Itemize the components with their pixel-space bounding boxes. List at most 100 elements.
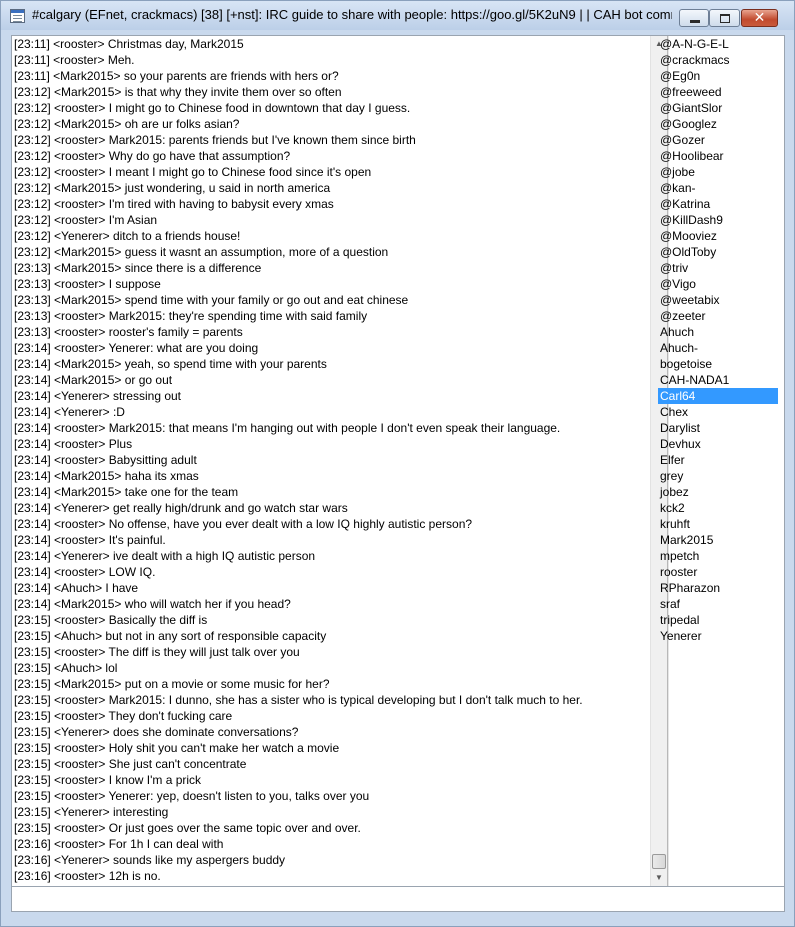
chat-line: [23:11] <rooster> Christmas day, Mark201… [14, 37, 244, 51]
chat-line: [23:14] <Yenerer> stressing out [14, 389, 182, 403]
chat-line: [23:14] <rooster> No offense, have you e… [14, 517, 473, 531]
chat-line: [23:16] <Yenerer> sounds like my asperge… [14, 853, 286, 867]
chat-line: [23:14] <Mark2015> take one for the team [14, 485, 239, 499]
nick-item[interactable]: @Mooviez [658, 228, 778, 244]
chat-log[interactable]: [23:11] <rooster> Christmas day, Mark201… [12, 36, 650, 886]
nick-item[interactable]: Elfer [658, 452, 778, 468]
chat-line: [23:15] <rooster> Holy shit you can't ma… [14, 741, 340, 755]
chat-line: [23:14] <rooster> It's painful. [14, 533, 166, 547]
nick-item[interactable]: @KillDash9 [658, 212, 778, 228]
nick-item[interactable]: @A-N-G-E-L [658, 36, 778, 52]
chat-line: [23:14] <Ahuch> I have [14, 581, 139, 595]
nick-item[interactable]: mpetch [658, 548, 778, 564]
chat-line: [23:14] <Mark2015> or go out [14, 373, 173, 387]
chat-line: [23:15] <rooster> I know I'm a prick [14, 773, 202, 787]
nick-item[interactable]: Ahuch- [658, 340, 778, 356]
nick-item[interactable]: RPharazon [658, 580, 778, 596]
chat-line: [23:14] <rooster> LOW IQ. [14, 565, 156, 579]
chat-line: [23:15] <rooster> She just can't concent… [14, 757, 247, 771]
nick-list[interactable]: @A-N-G-E-L @crackmacs @Eg0n @freeweed @Giant… [658, 36, 778, 886]
chat-line: [23:13] <Mark2015> since there is a diff… [14, 261, 262, 275]
chat-line: [23:15] <Ahuch> lol [14, 661, 118, 675]
chat-line: [23:14] <rooster> Mark2015: that means I… [14, 421, 561, 435]
chat-line: [23:15] <Ahuch> but not in any sort of r… [14, 629, 327, 643]
chat-line: [23:15] <Mark2015> put on a movie or som… [14, 677, 330, 691]
chat-line: [23:12] <Mark2015> oh are ur folks asian… [14, 117, 240, 131]
nick-item[interactable]: Darylist [658, 420, 778, 436]
nick-item[interactable]: @Googlez [658, 116, 778, 132]
minimize-button[interactable] [679, 9, 709, 27]
nick-item[interactable]: kruhft [658, 516, 778, 532]
title-bar[interactable]: #calgary (EFnet, crackmacs) [38] [+nst]:… [1, 1, 794, 30]
nick-item[interactable]: Carl64 [658, 388, 778, 404]
chat-line: [23:15] <rooster> Yenerer: yep, doesn't … [14, 789, 370, 803]
nick-item[interactable]: CAH-NADA1 [658, 372, 778, 388]
nick-item[interactable]: @kan- [658, 180, 778, 196]
nick-item[interactable]: kck2 [658, 500, 778, 516]
nick-item[interactable]: jobez [658, 484, 778, 500]
nick-item[interactable]: @Hoolibear [658, 148, 778, 164]
chat-line: [23:15] <rooster> The diff is they will … [14, 645, 300, 659]
chat-line: [23:15] <rooster> They don't fucking car… [14, 709, 233, 723]
nick-item[interactable]: @triv [658, 260, 778, 276]
chat-line: [23:11] <Mark2015> so your parents are f… [14, 69, 339, 83]
chat-line: [23:13] <rooster> rooster's family = par… [14, 325, 243, 339]
chat-line: [23:12] <Yenerer> ditch to a friends hou… [14, 229, 241, 243]
chat-line: [23:15] <Yenerer> does she dominate conv… [14, 725, 299, 739]
chat-line: [23:15] <rooster> Basically the diff is [14, 613, 208, 627]
chat-line: [23:14] <Yenerer> ive dealt with a high … [14, 549, 316, 563]
chat-line: [23:12] <rooster> I'm Asian [14, 213, 158, 227]
nick-item[interactable]: bogetoise [658, 356, 778, 372]
nick-item[interactable]: @GiantSlor [658, 100, 778, 116]
nick-item[interactable]: @Vigo [658, 276, 778, 292]
chat-line: [23:12] <rooster> I might go to Chinese … [14, 101, 411, 115]
nick-item[interactable]: @jobe [658, 164, 778, 180]
nick-item[interactable]: @crackmacs [658, 52, 778, 68]
chat-line: [23:12] <Mark2015> guess it wasnt an ass… [14, 245, 389, 259]
message-input-bar[interactable] [12, 886, 784, 911]
chat-line: [23:14] <Mark2015> yeah, so spend time w… [14, 357, 327, 371]
irc-channel-window: #calgary (EFnet, crackmacs) [38] [+nst]:… [0, 0, 795, 927]
chat-line: [23:14] <Yenerer> get really high/drunk … [14, 501, 348, 515]
chat-line: [23:14] <rooster> Babysitting adult [14, 453, 197, 467]
nick-item[interactable]: @OldToby [658, 244, 778, 260]
nick-item[interactable]: @freeweed [658, 84, 778, 100]
nick-item[interactable]: @Eg0n [658, 68, 778, 84]
chat-line: [23:13] <rooster> I suppose [14, 277, 161, 291]
window-title: #calgary (EFnet, crackmacs) [38] [+nst]:… [32, 7, 672, 22]
channel-client-area: [23:11] <rooster> Christmas day, Mark201… [11, 35, 785, 912]
close-button[interactable]: ✕ [741, 9, 778, 27]
minimize-icon [680, 10, 708, 26]
nick-item[interactable]: Chex [658, 404, 778, 420]
chat-line: [23:14] <rooster> Yenerer: what are you … [14, 341, 259, 355]
nick-item[interactable]: Yenerer [658, 628, 778, 644]
nick-item[interactable]: Ahuch [658, 324, 778, 340]
chat-line: [23:14] <rooster> Plus [14, 437, 133, 451]
chat-line: [23:15] <rooster> Or just goes over the … [14, 821, 361, 835]
chat-line: [23:12] <rooster> Mark2015: parents frie… [14, 133, 416, 147]
maximize-icon [710, 10, 739, 26]
nick-item[interactable]: Mark2015 [658, 532, 778, 548]
nick-item[interactable]: rooster [658, 564, 778, 580]
nick-item[interactable]: @Katrina [658, 196, 778, 212]
nick-item[interactable]: sraf [658, 596, 778, 612]
chat-line: [23:12] <Mark2015> is that why they invi… [14, 85, 342, 99]
chat-line: [23:12] <rooster> I'm tired with having … [14, 197, 334, 211]
nick-item[interactable]: Devhux [658, 436, 778, 452]
message-input[interactable] [12, 887, 784, 911]
nick-item[interactable]: @Gozer [658, 132, 778, 148]
close-icon: ✕ [753, 10, 766, 26]
chat-line: [23:15] <Yenerer> interesting [14, 805, 169, 819]
chat-line: [23:13] <Mark2015> spend time with your … [14, 293, 409, 307]
chat-line: [23:12] <rooster> I meant I might go to … [14, 165, 372, 179]
chat-line: [23:13] <rooster> Mark2015: they're spen… [14, 309, 368, 323]
nick-item[interactable]: @weetabix [658, 292, 778, 308]
maximize-button[interactable] [709, 9, 740, 27]
channel-window-icon[interactable] [10, 9, 25, 23]
chat-line: [23:14] <Mark2015> haha its xmas [14, 469, 199, 483]
chat-line: [23:12] <rooster> Why do go have that as… [14, 149, 291, 163]
chat-line: [23:15] <rooster> Mark2015: I dunno, she… [14, 693, 583, 707]
nick-item[interactable]: grey [658, 468, 778, 484]
nick-item[interactable]: @zeeter [658, 308, 778, 324]
nick-item[interactable]: tripedal [658, 612, 778, 628]
